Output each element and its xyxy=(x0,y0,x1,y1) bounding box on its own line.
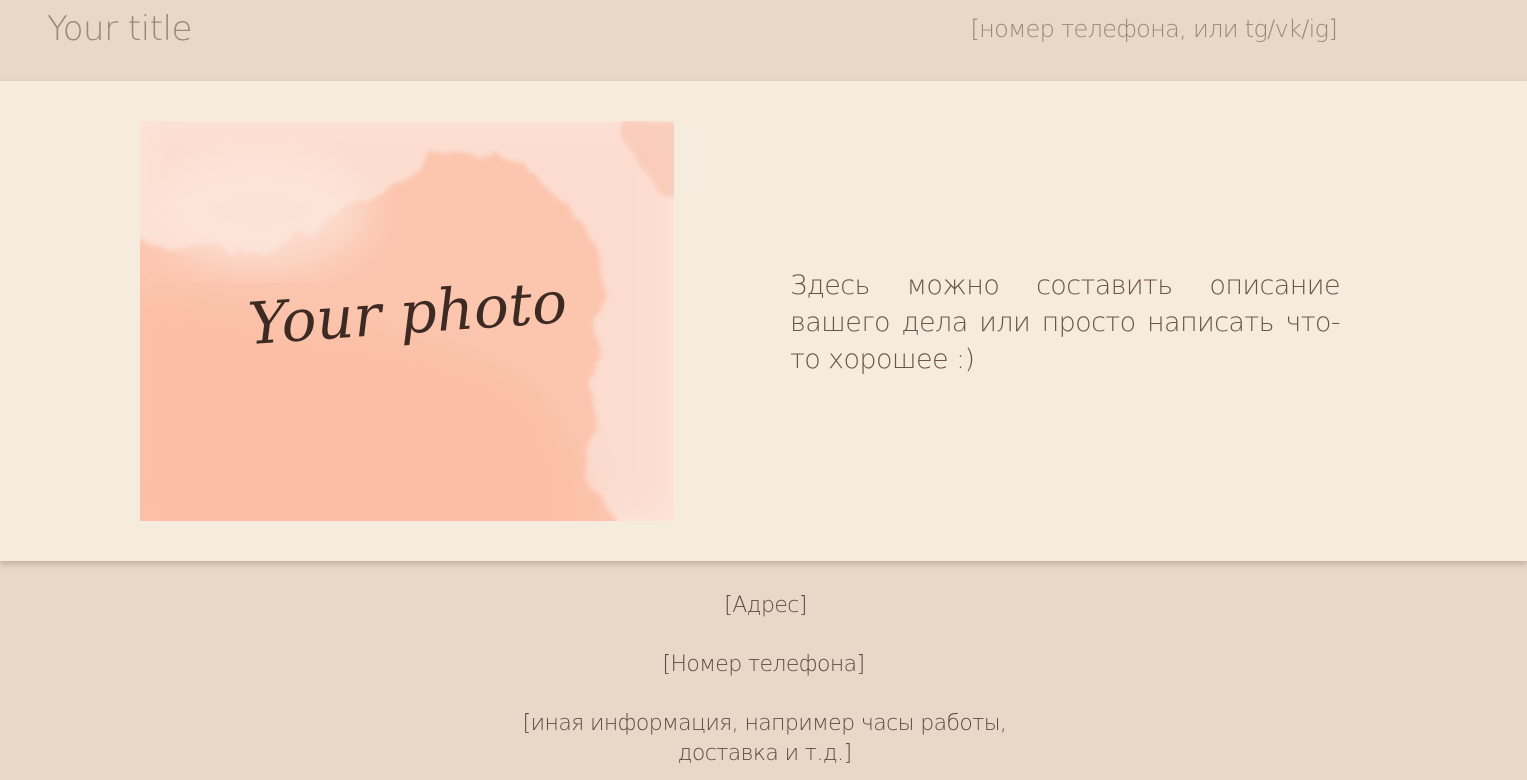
site-title[interactable]: Your title xyxy=(47,9,192,49)
business-description: Здесь можно составить описание вашего де… xyxy=(790,270,1341,375)
header-contact[interactable]: [номер телефона, или tg/vk/ig] xyxy=(971,15,1338,43)
footer-other-line-2: доставка и т.д.] xyxy=(677,741,852,766)
main-section: Your photo Здесь можно составить описани… xyxy=(0,81,1527,561)
footer-other-line-1: [иная информация, например часы работы, xyxy=(522,711,1007,736)
site-footer: [Адрес] [Номер телефона] [иная информаци… xyxy=(0,561,1527,780)
watercolor-background: Your photo xyxy=(140,121,674,521)
footer-other-info: [иная информация, например часы работы, … xyxy=(1,709,1527,769)
footer-address: [Адрес] xyxy=(724,593,807,618)
photo-placeholder: Your photo xyxy=(140,121,674,521)
footer-phone[interactable]: [Номер телефона] xyxy=(0,650,1527,680)
site-header: Your title [номер телефона, или tg/vk/ig… xyxy=(0,0,1527,81)
